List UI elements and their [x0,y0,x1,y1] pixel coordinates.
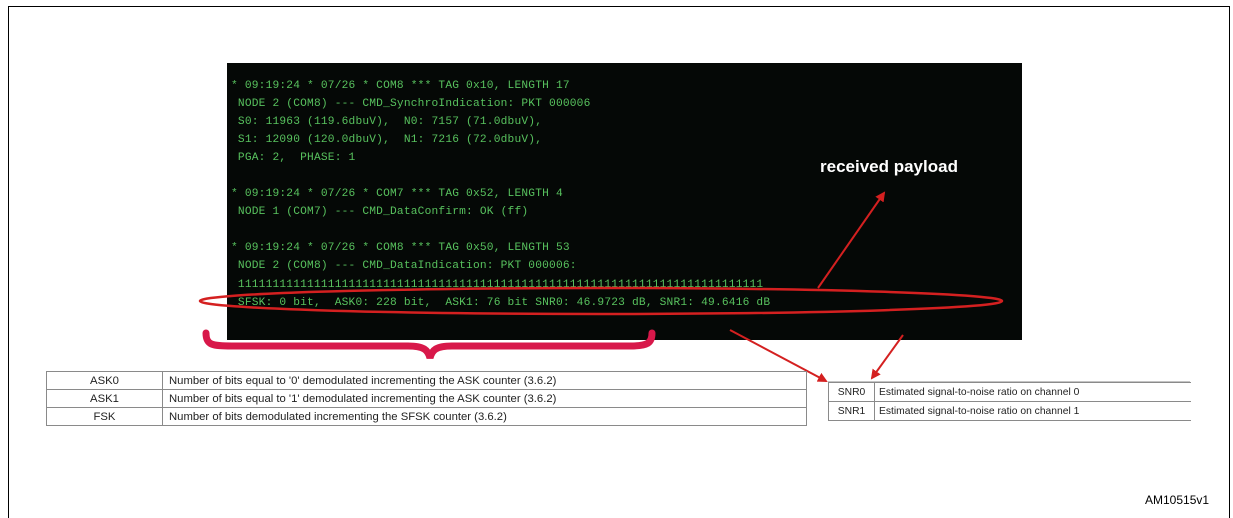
terminal-line: S1: 12090 (120.0dbuV), N1: 7216 (72.0dbu… [231,134,543,147]
terminal-screenshot: * 09:19:24 * 07/26 * COM8 *** TAG 0x10, … [227,63,1022,340]
terminal-line: NODE 2 (COM8) --- CMD_SynchroIndication:… [231,98,591,111]
table-cell-key: SNR1 [828,401,875,421]
table-cell-key: ASK0 [46,371,163,390]
table-cell-key: SNR0 [828,382,875,402]
terminal-line: 1111111111111111111111111111111111111111… [231,278,764,291]
table-row: ASK0 Number of bits equal to '0' demodul… [46,371,807,390]
terminal-line: NODE 1 (COM7) --- CMD_DataConfirm: OK (f… [231,206,529,219]
snr-definitions-table: SNR0 Estimated signal-to-noise ratio on … [828,382,1191,421]
table-cell-description: Number of bits equal to '1' demodulated … [162,389,807,408]
received-payload-label: received payload [820,157,958,176]
terminal-line: * 09:19:24 * 07/26 * COM7 *** TAG 0x52, … [231,188,563,201]
counter-definitions-table: ASK0 Number of bits equal to '0' demodul… [46,371,807,426]
terminal-line: NODE 2 (COM8) --- CMD_DataIndication: PK… [231,260,577,273]
terminal-line: PGA: 2, PHASE: 1 [231,152,356,165]
terminal-line: S0: 11963 (119.6dbuV), N0: 7157 (71.0dbu… [231,116,543,129]
table-cell-description: Number of bits equal to '0' demodulated … [162,371,807,390]
terminal-line: * 09:19:24 * 07/26 * COM8 *** TAG 0x50, … [231,242,570,255]
table-row: SNR0 Estimated signal-to-noise ratio on … [828,382,1191,402]
table-cell-key: FSK [46,407,163,426]
table-row: FSK Number of bits demodulated increment… [46,407,807,426]
terminal-line: * 09:19:24 * 07/26 * COM8 *** TAG 0x10, … [231,80,570,92]
table-cell-key: ASK1 [46,389,163,408]
table-cell-description: Estimated signal-to-noise ratio on chann… [874,382,1191,402]
figure-id: AM10515v1 [1145,493,1210,507]
terminal-output: * 09:19:24 * 07/26 * COM8 *** TAG 0x10, … [231,77,770,312]
table-cell-description: Estimated signal-to-noise ratio on chann… [874,401,1191,421]
table-cell-description: Number of bits demodulated incrementing … [162,407,807,426]
terminal-line: SFSK: 0 bit, ASK0: 228 bit, ASK1: 76 bit… [231,296,771,309]
table-row: SNR1 Estimated signal-to-noise ratio on … [828,401,1191,421]
table-row: ASK1 Number of bits equal to '1' demodul… [46,389,807,408]
